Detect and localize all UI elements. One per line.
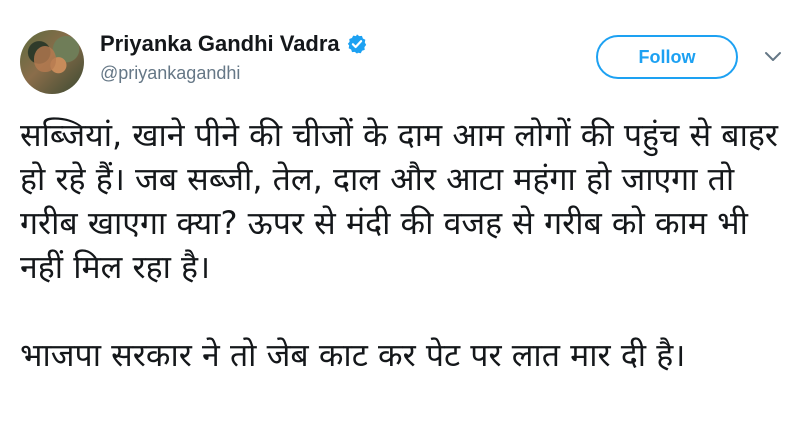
verified-badge-icon (347, 34, 366, 54)
chevron-down-icon[interactable] (764, 51, 782, 63)
tweet-paragraph-1: सब्जियां, खाने पीने की चीजों के दाम आम ल… (20, 116, 778, 286)
tweet-paragraph-2: भाजपा सरकार ने तो जेब काट कर पेट पर लात … (20, 336, 686, 374)
avatar[interactable] (20, 30, 84, 94)
tweet-text: सब्जियां, खाने पीने की चीजों के दाम आम ल… (20, 113, 790, 377)
author-display-name[interactable]: Priyanka Gandhi Vadra (100, 31, 340, 57)
follow-button[interactable]: Follow (596, 35, 738, 79)
author-name-row: Priyanka Gandhi Vadra (100, 31, 368, 57)
author-handle[interactable]: @priyankagandhi (100, 63, 240, 84)
